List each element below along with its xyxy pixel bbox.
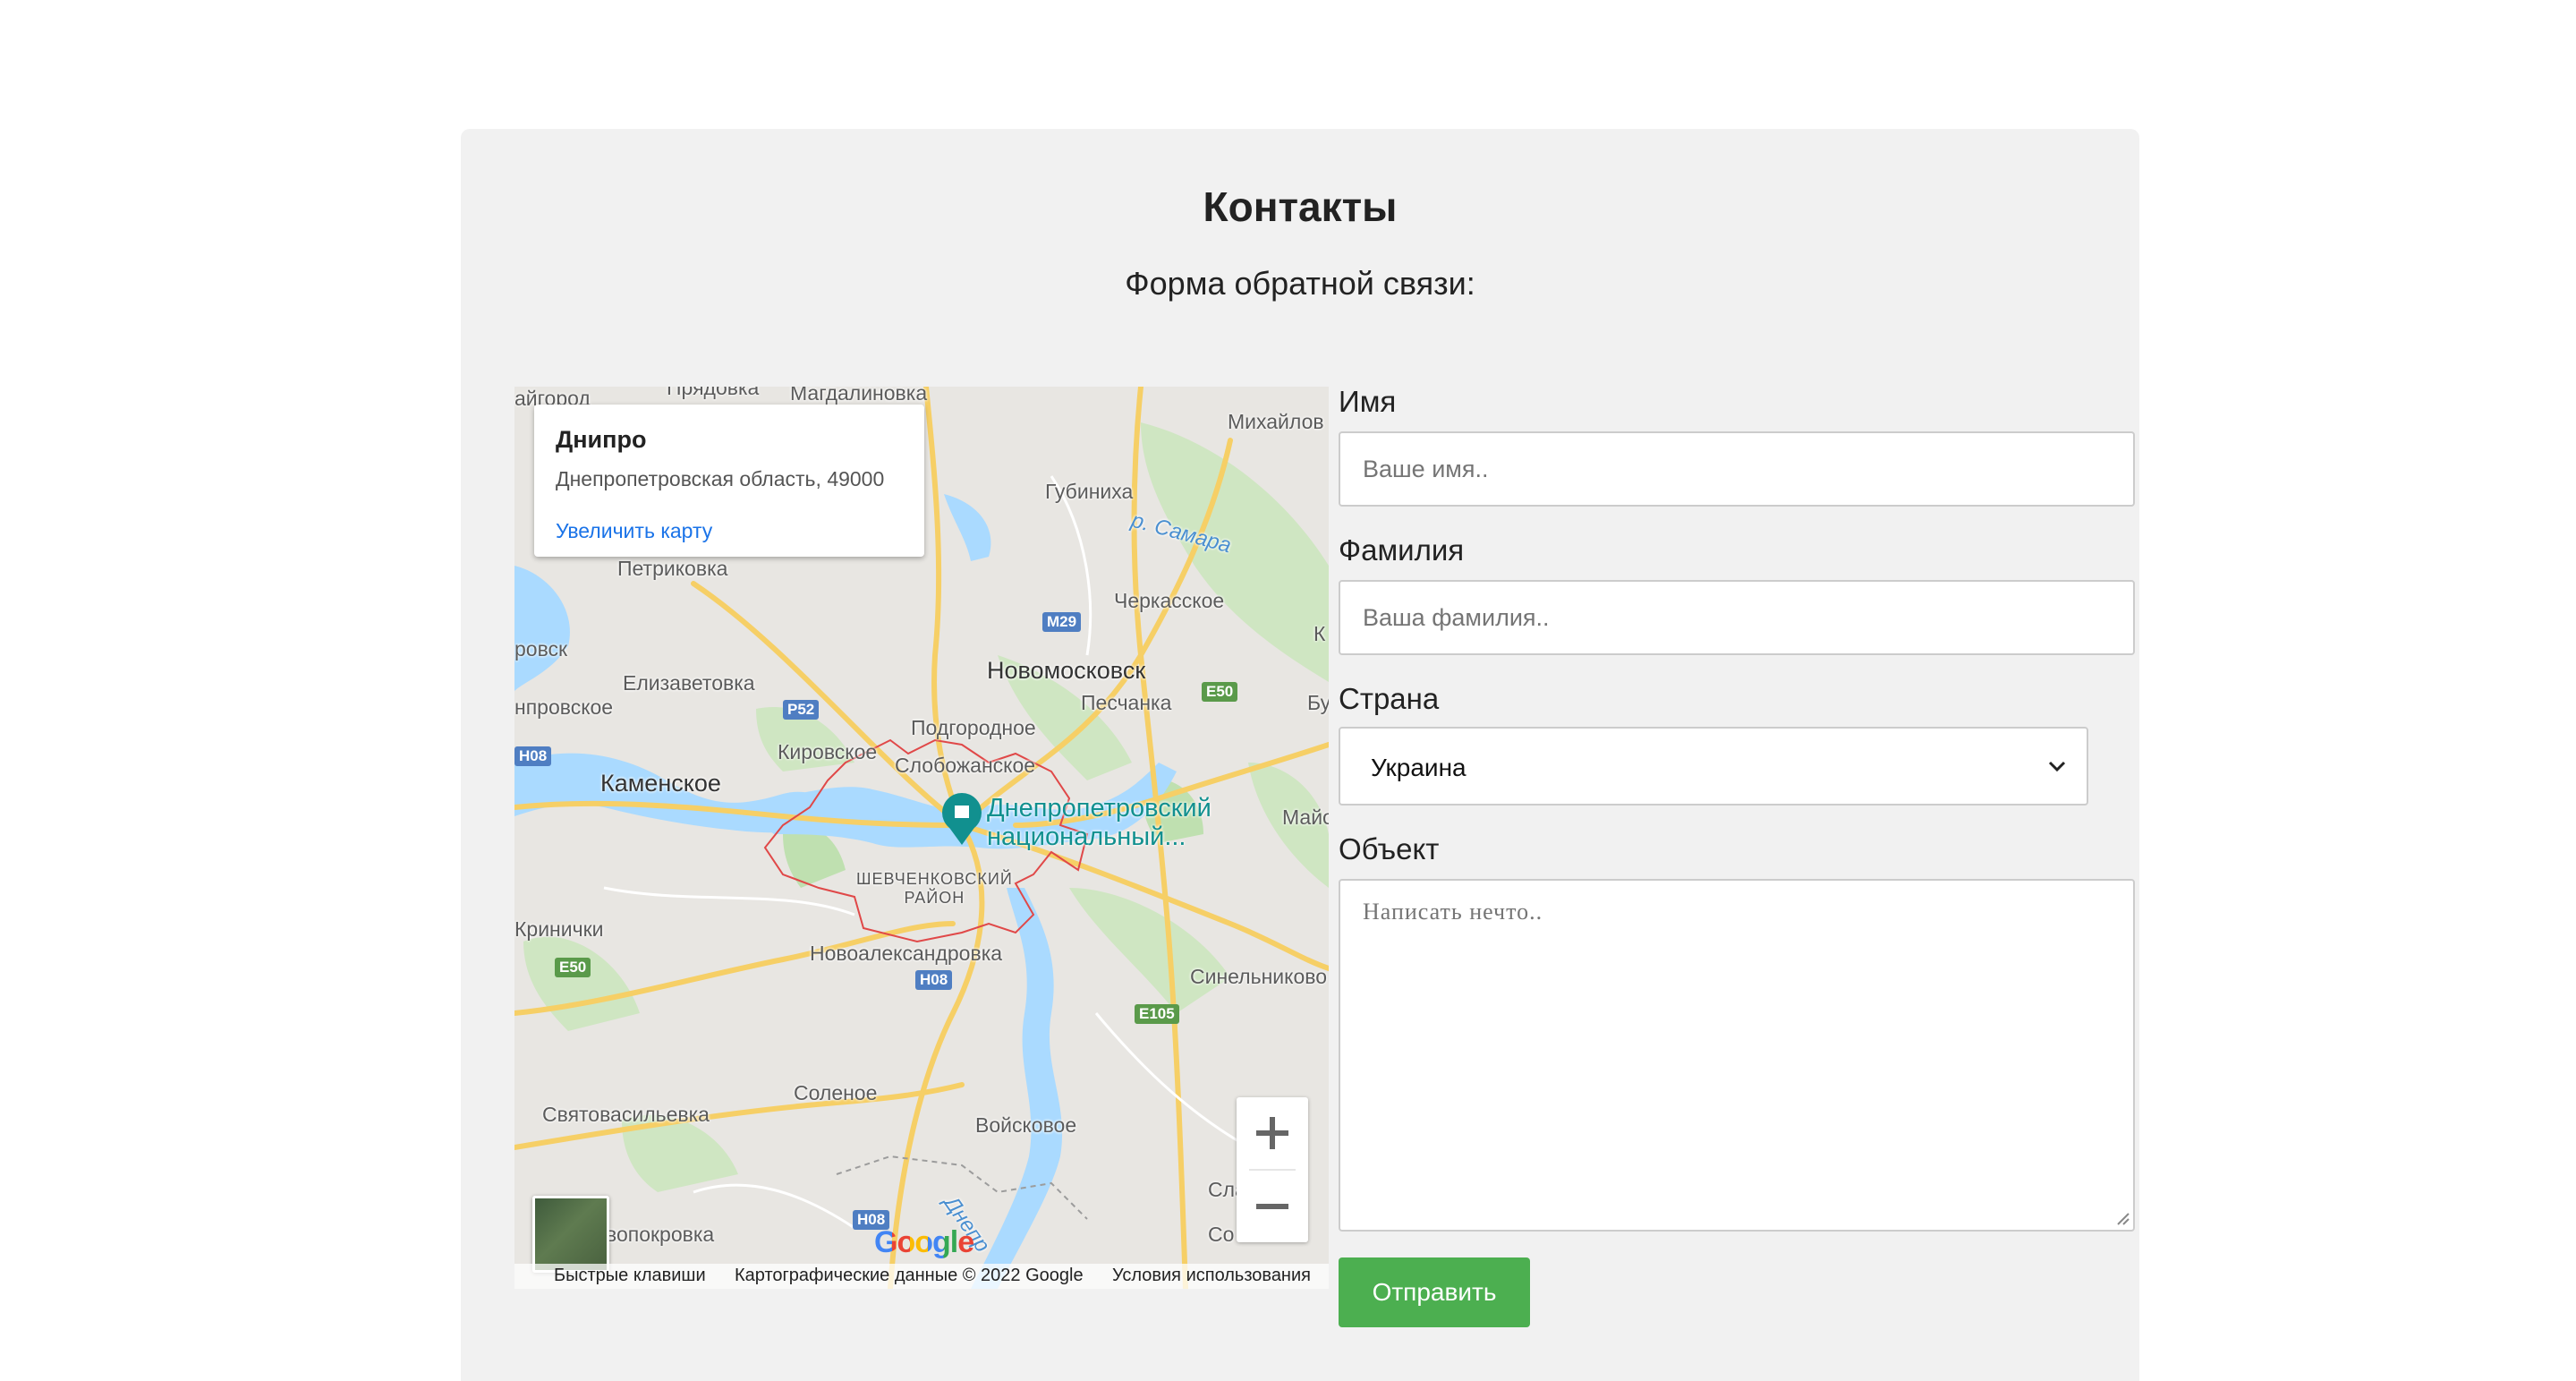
map-label-magdalinovka: Магдалиновка bbox=[790, 387, 928, 405]
map-label-novomoskovsk: Новомосковск bbox=[987, 657, 1146, 684]
map-label-krinichki: Кринички bbox=[514, 917, 604, 941]
map-label-so: Со bbox=[1208, 1223, 1235, 1246]
university-name-line2: национальный... bbox=[987, 823, 1186, 851]
map-label-nprovskoe: нпровское bbox=[514, 695, 614, 719]
road-shield-h08-left: H08 bbox=[514, 746, 552, 766]
resize-handle-icon[interactable] bbox=[2114, 1210, 2130, 1226]
map-label-mikhailov: Михайлов bbox=[1228, 410, 1324, 433]
road-shield-e50-right: E50 bbox=[1202, 682, 1238, 702]
country-label: Страна bbox=[1339, 682, 1440, 715]
map-label-elizavetovka: Елизаветовка bbox=[623, 671, 755, 695]
zoom-in-button[interactable] bbox=[1237, 1097, 1308, 1169]
road-shield-e105: E105 bbox=[1135, 1004, 1179, 1024]
map-label-shevchenko-district: ШЕВЧЕНКОВСКИЙ РАЙОН bbox=[856, 870, 1013, 908]
map-label-kamenskoe: Каменское bbox=[600, 770, 721, 797]
map-label-rovsk: ровск bbox=[514, 637, 568, 661]
map-label-novoaleksandrovka: Новоалександровка bbox=[810, 942, 1003, 965]
road-shield-p52: P52 bbox=[783, 700, 820, 720]
first-name-label: Имя bbox=[1339, 385, 1397, 418]
page-title: Контакты bbox=[1203, 183, 1398, 230]
map-label-bu: Бу bbox=[1307, 691, 1329, 714]
map-label-podgorodnoe: Подгородное bbox=[911, 716, 1036, 739]
map-label-k: К bbox=[1314, 622, 1326, 645]
map-label-cherkasskoe: Черкасское bbox=[1114, 589, 1225, 612]
map-label-university[interactable]: Днепропетровский национальный... bbox=[987, 794, 1211, 851]
terms-of-use-link[interactable]: Условия использования bbox=[1112, 1266, 1311, 1286]
map-data-credit: Картографические данные © 2022 Google bbox=[735, 1266, 1084, 1285]
country-select[interactable]: Украина bbox=[1339, 727, 2088, 806]
plus-icon bbox=[1256, 1117, 1288, 1149]
satellite-toggle-button[interactable] bbox=[532, 1196, 609, 1273]
subject-label: Объект bbox=[1339, 832, 1440, 865]
map-attribution-bar: Быстрые клавиши Картографические данные … bbox=[514, 1264, 1329, 1289]
map-label-petrikovka: Петриковка bbox=[617, 557, 728, 580]
map-label-gubinikha: Губиниха bbox=[1045, 480, 1134, 503]
subject-textarea[interactable] bbox=[1339, 879, 2135, 1232]
submit-button[interactable]: Отправить bbox=[1339, 1257, 1530, 1327]
road-shield-e50-left: E50 bbox=[555, 958, 591, 977]
info-address: Днепропетровская область, 49000 bbox=[556, 467, 885, 490]
map-label-sinelnikovo: Синельниково bbox=[1190, 965, 1328, 988]
map-label-maio: Майо bbox=[1282, 806, 1329, 829]
country-selected-value: Украина bbox=[1371, 754, 1467, 781]
map-label-voiskovoe: Войсковое bbox=[975, 1113, 1077, 1137]
info-place-name: Днипро bbox=[556, 426, 647, 453]
district-name-line1: ШЕВЧЕНКОВСКИЙ bbox=[856, 870, 1013, 888]
enlarge-map-link[interactable]: Увеличить карту bbox=[556, 519, 712, 543]
zoom-out-button[interactable] bbox=[1237, 1171, 1308, 1242]
map-label-peschanka: Песчанка bbox=[1081, 691, 1172, 714]
google-logo-text: Google bbox=[874, 1225, 974, 1260]
district-name-line2: РАЙОН bbox=[904, 889, 965, 907]
last-name-input[interactable] bbox=[1339, 580, 2135, 655]
road-shield-m29: M29 bbox=[1042, 612, 1082, 632]
map-label-vopokrovka: вопокровка bbox=[606, 1223, 715, 1246]
minus-icon bbox=[1256, 1204, 1288, 1209]
last-name-label: Фамилия bbox=[1339, 533, 1465, 567]
page-subtitle: Форма обратной связи: bbox=[1125, 265, 1475, 302]
road-shield-h08-mid: H08 bbox=[915, 970, 953, 990]
map-info-window: Днипро Днепропетровская область, 49000 У… bbox=[534, 405, 924, 557]
first-name-input[interactable] bbox=[1339, 431, 2135, 507]
university-name-line1: Днепропетровский bbox=[987, 794, 1211, 823]
zoom-control bbox=[1237, 1097, 1308, 1242]
map-embed[interactable]: Прядовка Магдалиновка айгород Михайлов Г… bbox=[514, 387, 1329, 1289]
keyboard-shortcuts-link[interactable]: Быстрые клавиши bbox=[554, 1266, 706, 1286]
google-logo-label: Google bbox=[874, 1225, 974, 1259]
map-label-slobozhanskoe: Слобожанское bbox=[895, 754, 1036, 777]
map-label-kirovskoe: Кировское bbox=[778, 740, 878, 763]
chevron-down-icon bbox=[2048, 761, 2066, 772]
map-label-pryadovka: Прядовка bbox=[667, 387, 760, 399]
map-label-svyatovasilevka: Святовасильевка bbox=[542, 1103, 710, 1126]
map-label-solenoe: Соленое bbox=[794, 1081, 878, 1104]
